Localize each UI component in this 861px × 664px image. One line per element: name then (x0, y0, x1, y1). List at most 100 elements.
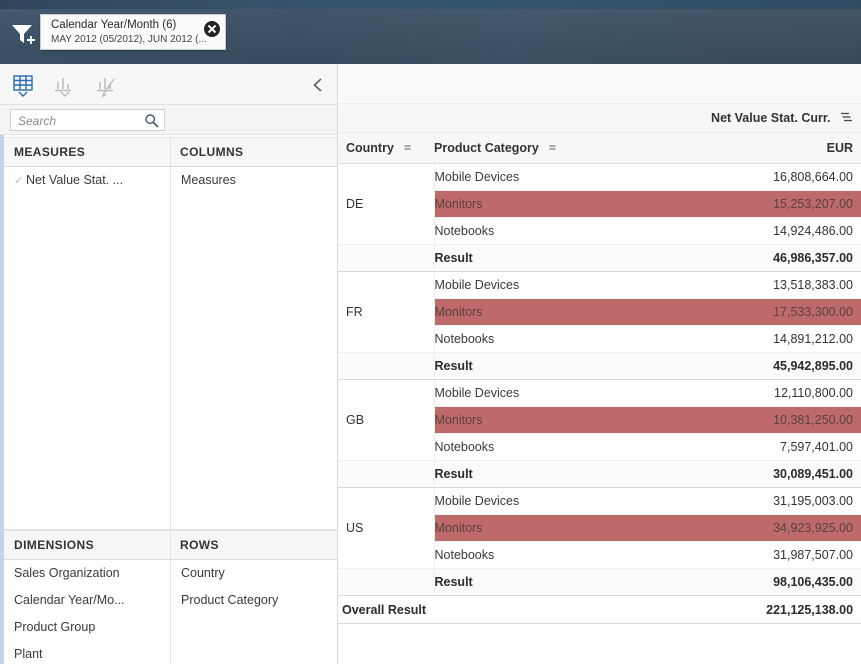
result-label: Result (434, 460, 669, 488)
pivot-table-pane: Net Value Stat. Curr. Country Product Ca… (337, 64, 861, 664)
row-value: 12,110,800.00 (669, 379, 861, 407)
result-value: 46,986,357.00 (669, 244, 861, 272)
row-country-GB: GB (338, 379, 435, 461)
header-country-label: Country (346, 141, 394, 155)
rows-list: Country Product Category (171, 560, 337, 664)
tab-table-view[interactable] (10, 73, 48, 110)
row-country-US: US (338, 487, 435, 569)
row-value: 15,253,207.00 (669, 190, 861, 218)
row-value: 31,987,507.00 (669, 541, 861, 569)
dimensions-header: DIMENSIONS (4, 530, 170, 560)
chevron-left-icon[interactable] (309, 76, 327, 94)
table-row-result[interactable]: Result 45,942,895.00 (338, 352, 861, 380)
result-country-spacer (338, 352, 435, 380)
filter-chip-subtitle: MAY 2012 (05/2012), JUN 2012 (... (51, 34, 207, 45)
search-box[interactable] (10, 109, 165, 132)
sort-indicator-icon[interactable] (403, 141, 412, 150)
check-icon: ✓ (14, 175, 24, 187)
close-icon[interactable] (204, 21, 220, 37)
row-category: Notebooks (434, 325, 669, 353)
measures-item-label: Net Value Stat. ... (26, 173, 124, 187)
dimensions-list: Sales Organization Calendar Year/Mo... P… (4, 560, 170, 664)
result-label: Result (434, 352, 669, 380)
row-category: Monitors (434, 298, 669, 326)
rows-header: ROWS (170, 530, 337, 560)
dimensions-item-label: Product Group (14, 620, 96, 634)
columns-header: COLUMNS (170, 137, 337, 167)
header-product-category-label: Product Category (434, 141, 539, 155)
column-header-row: Country Product Category EUR (338, 132, 861, 164)
dimensions-item-label: Sales Organization (14, 566, 120, 580)
row-country-DE: DE (338, 163, 435, 245)
row-category: Monitors (434, 406, 669, 434)
row-value: 34,923,925.00 (669, 514, 861, 542)
result-country-spacer (338, 568, 435, 596)
row-value: 7,597,401.00 (669, 433, 861, 461)
row-value: 31,195,003.00 (669, 487, 861, 515)
dimensions-item-calendar-year-month[interactable]: Calendar Year/Mo... (4, 587, 170, 614)
dimensions-item-product-group[interactable]: Product Group (4, 614, 170, 641)
result-value: 98,106,435.00 (669, 568, 861, 596)
measure-header-cell[interactable]: Net Value Stat. Curr. (338, 104, 861, 133)
row-value: 13,518,383.00 (669, 271, 861, 299)
measure-header-row: Net Value Stat. Curr. (338, 104, 861, 133)
analytics-pivot-app: Calendar Year/Month (6) MAY 2012 (05/201… (0, 0, 861, 664)
pivot-table: Net Value Stat. Curr. Country Product Ca… (338, 104, 861, 624)
filter-add-icon[interactable] (8, 20, 38, 48)
table-row[interactable]: DE Mobile Devices 16,808,664.00 (338, 163, 861, 245)
sort-indicator-icon[interactable] (548, 141, 557, 150)
table-row[interactable]: FR Mobile Devices 13,518,383.00 (338, 271, 861, 353)
rows-item-label: Country (181, 566, 225, 580)
dimensions-item-plant[interactable]: Plant (4, 641, 170, 664)
row-category: Monitors (434, 190, 669, 218)
pivot-toolbar (338, 64, 861, 104)
view-switcher-toolbar (0, 64, 337, 110)
search-row (0, 105, 337, 135)
row-value: 16,808,664.00 (669, 163, 861, 191)
row-category: Mobile Devices (434, 271, 669, 299)
row-value: 14,924,486.00 (669, 217, 861, 245)
row-category: Mobile Devices (434, 163, 669, 191)
tab-chart-view[interactable] (52, 73, 90, 103)
columns-item-label: Measures (181, 173, 236, 187)
table-row-result[interactable]: Result 98,106,435.00 (338, 568, 861, 596)
header-product-category[interactable]: Product Category (434, 132, 669, 164)
filter-toolbar: Calendar Year/Month (6) MAY 2012 (05/201… (0, 0, 861, 64)
panel-divider-vertical-bottom (170, 530, 171, 664)
row-value: 14,891,212.00 (669, 325, 861, 353)
row-value: 17,533,300.00 (669, 298, 861, 326)
search-input[interactable] (16, 110, 138, 132)
measures-header: MEASURES (4, 137, 170, 167)
header-currency: EUR (669, 132, 861, 164)
result-label: Result (434, 244, 669, 272)
row-category: Notebooks (434, 217, 669, 245)
search-icon[interactable] (144, 113, 159, 128)
columns-list: Measures (171, 167, 337, 529)
table-row[interactable]: GB Mobile Devices 12,110,800.00 (338, 379, 861, 461)
measures-item-net-value[interactable]: ✓ Net Value Stat. ... (4, 167, 170, 194)
row-category: Notebooks (434, 541, 669, 569)
dimensions-item-sales-organization[interactable]: Sales Organization (4, 560, 170, 587)
header-country[interactable]: Country (338, 132, 434, 164)
row-category: Monitors (434, 514, 669, 542)
overall-result-value: 221,125,138.00 (669, 595, 861, 624)
result-country-spacer (338, 244, 435, 272)
row-category: Notebooks (434, 433, 669, 461)
tab-chart-edit-view[interactable] (94, 73, 132, 103)
dimensions-item-label: Calendar Year/Mo... (14, 593, 125, 607)
rows-item-country[interactable]: Country (171, 560, 337, 587)
filter-chip-title: Calendar Year/Month (6) (51, 19, 177, 31)
filter-chip-calendar-year-month[interactable]: Calendar Year/Month (6) MAY 2012 (05/201… (40, 14, 226, 50)
table-row[interactable]: US Mobile Devices 31,195,003.00 (338, 487, 861, 569)
row-category: Mobile Devices (434, 379, 669, 407)
row-country-FR: FR (338, 271, 435, 353)
result-value: 30,089,451.00 (669, 460, 861, 488)
table-row-result[interactable]: Result 30,089,451.00 (338, 460, 861, 488)
rows-item-product-category[interactable]: Product Category (171, 587, 337, 614)
table-row-result[interactable]: Result 46,986,357.00 (338, 244, 861, 272)
columns-item-measures[interactable]: Measures (171, 167, 337, 194)
rows-item-label: Product Category (181, 593, 279, 607)
measure-header-label: Net Value Stat. Curr. (711, 111, 831, 125)
table-row-overall-result[interactable]: Overall Result 221,125,138.00 (338, 595, 861, 624)
sort-descending-icon[interactable] (840, 112, 853, 123)
